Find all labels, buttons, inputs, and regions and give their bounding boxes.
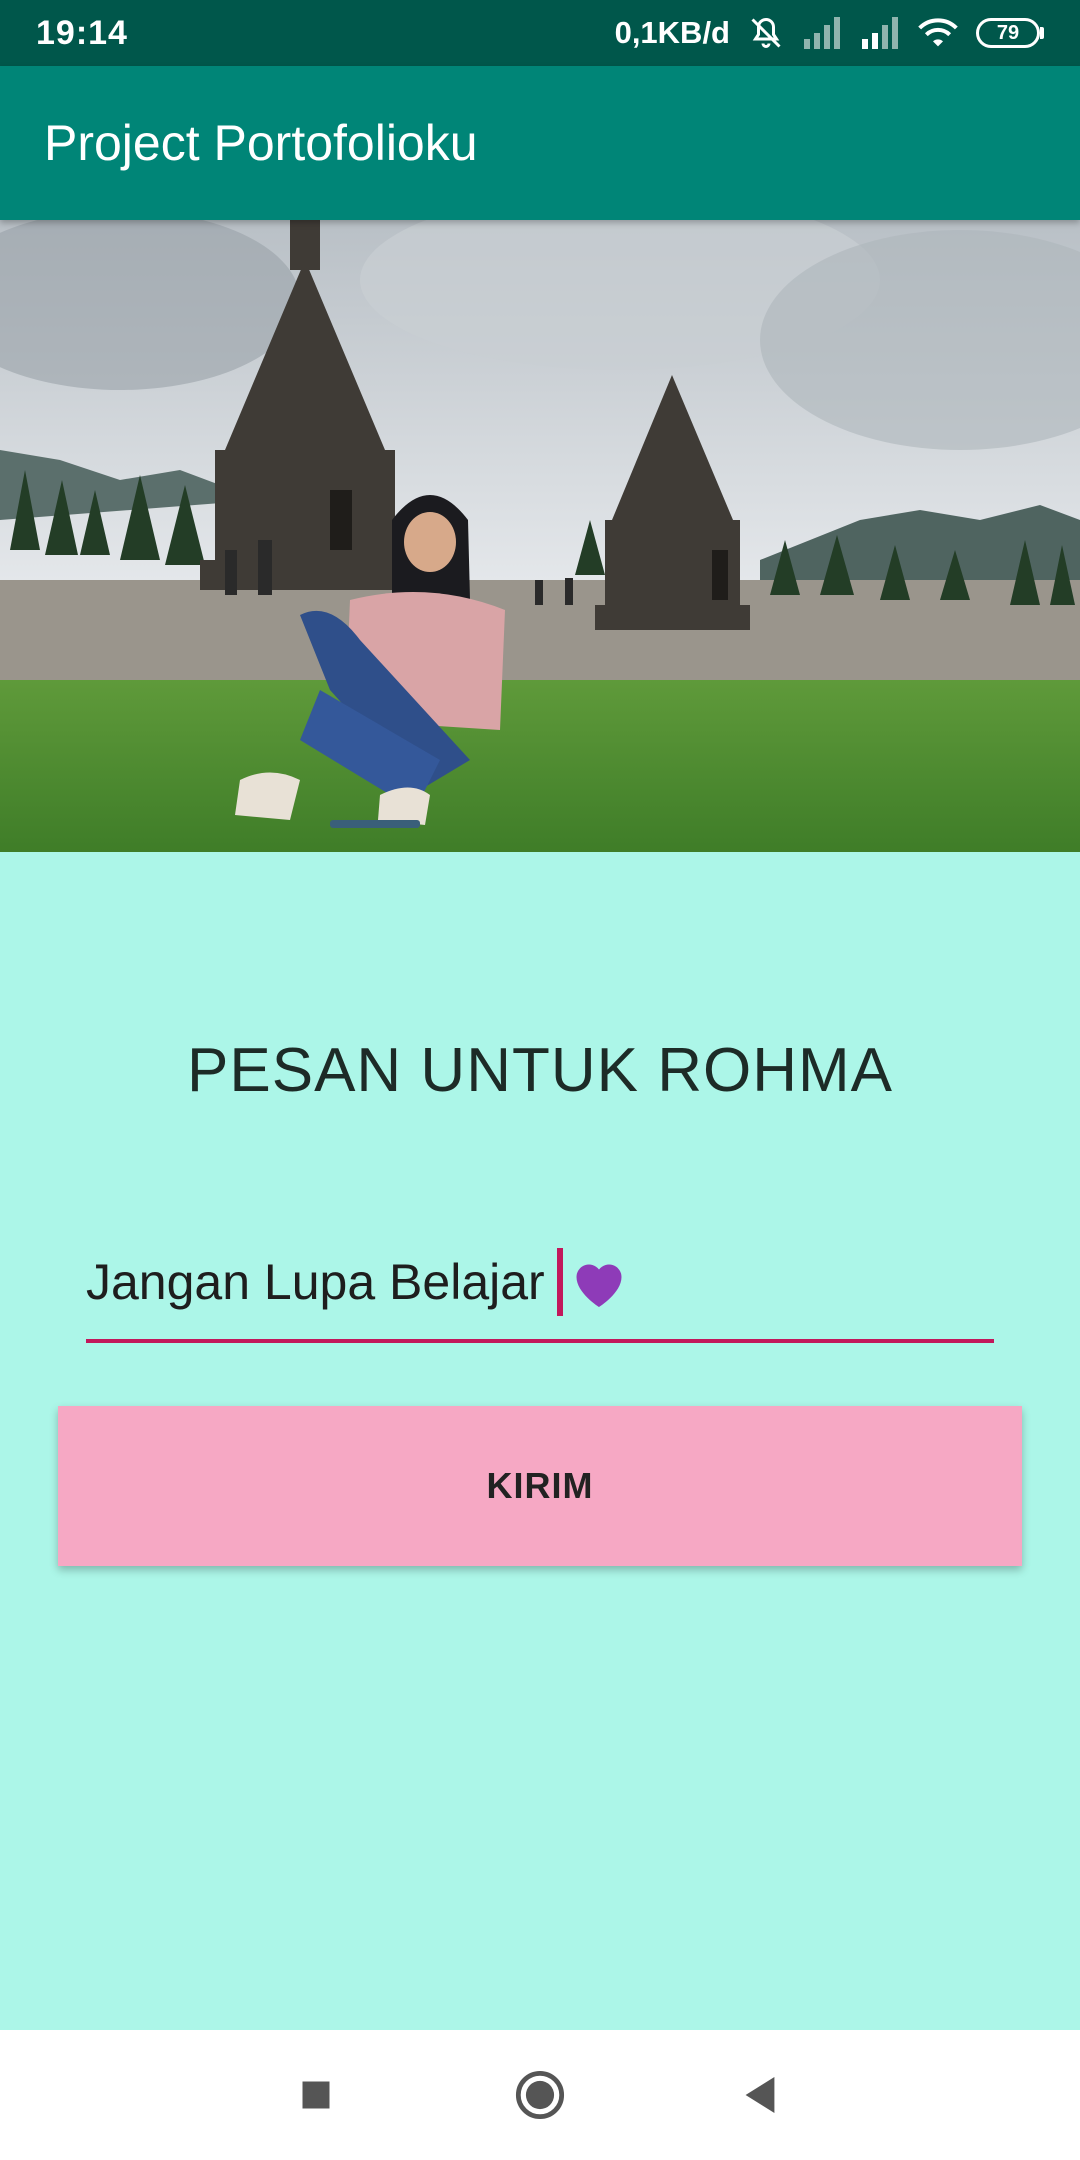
home-icon[interactable]: [514, 2069, 566, 2121]
navigation-bar: [0, 2030, 1080, 2160]
wifi-icon: [918, 17, 958, 49]
send-button-label: KIRIM: [486, 1465, 594, 1506]
status-time: 19:14: [36, 13, 128, 52]
message-input[interactable]: Jangan Lupa Belajar: [86, 1225, 994, 1343]
recents-icon[interactable]: [298, 2077, 334, 2113]
mute-icon: [748, 15, 784, 51]
app-title: Project Portofolioku: [44, 115, 478, 171]
text-cursor: [556, 1248, 563, 1316]
back-icon[interactable]: [742, 2075, 778, 2115]
battery-level: 79: [976, 18, 1040, 48]
network-speed: 0,1KB/d: [614, 15, 730, 50]
battery-icon: 79: [976, 18, 1044, 48]
hero-photo: [0, 220, 1080, 852]
app-bar: Project Portofolioku: [0, 66, 1080, 220]
send-button[interactable]: KIRIM: [58, 1406, 1022, 1566]
status-bar: 19:14 0,1KB/d 79: [0, 0, 1080, 66]
status-icons: 0,1KB/d 79: [615, 15, 1044, 51]
message-input-value[interactable]: Jangan Lupa Belajar: [86, 1253, 545, 1311]
signal-icon: [860, 17, 900, 49]
signal-empty-icon: [802, 17, 842, 49]
page-title: PESAN UNTUK ROHMA: [187, 1036, 893, 1105]
purple-heart-icon: [569, 1254, 629, 1310]
